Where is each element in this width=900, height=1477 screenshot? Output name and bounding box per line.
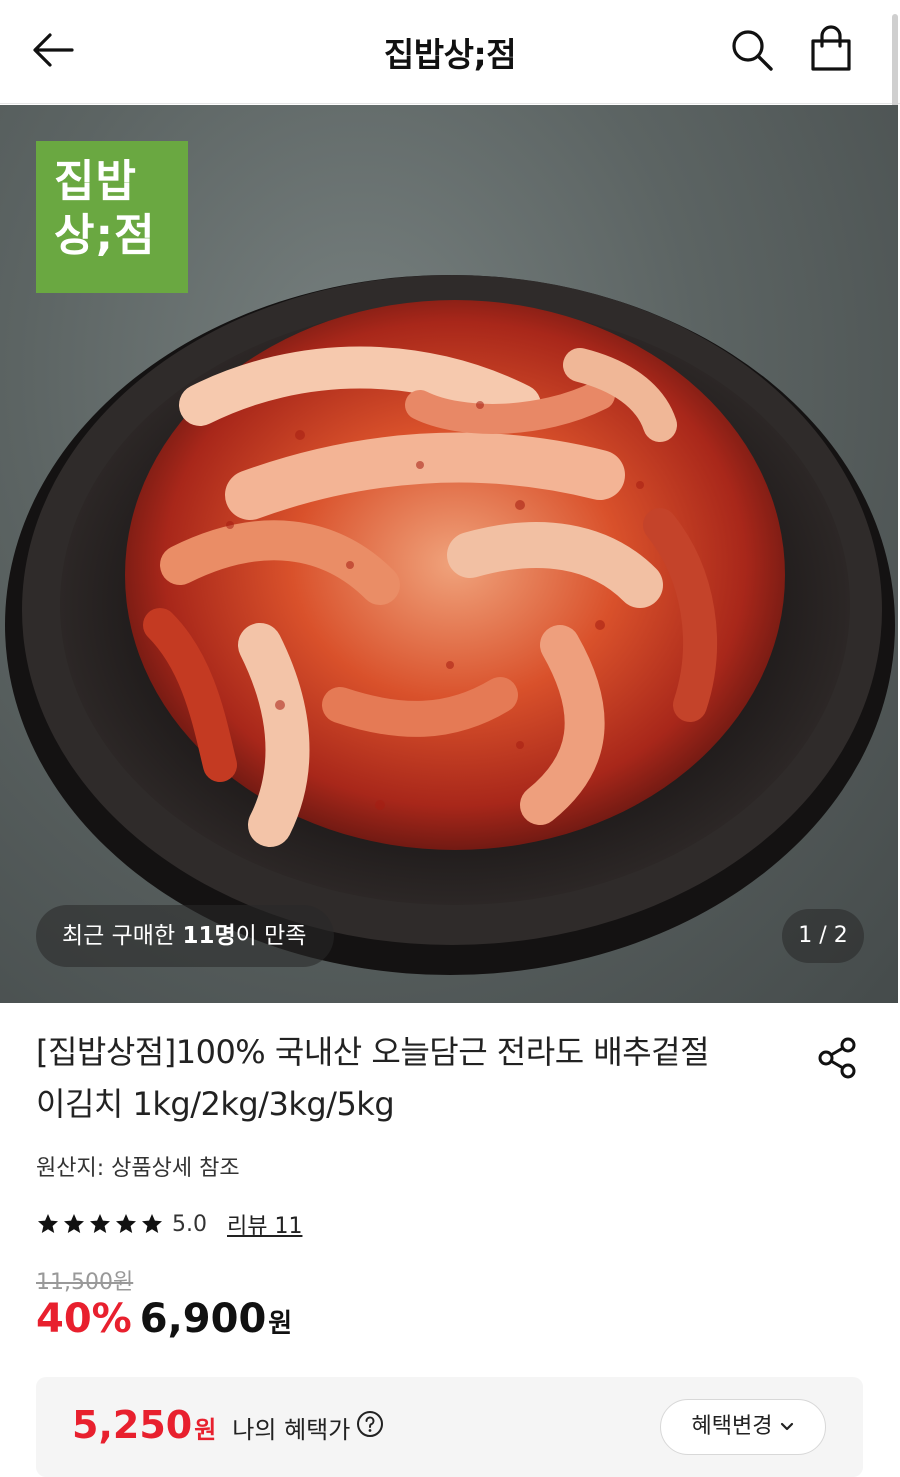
satisfaction-suffix: 이 만족 [235,923,307,949]
discount-rate: 40% [36,1296,132,1342]
benefit-currency: 원 [194,1416,217,1444]
star-icon [90,1214,110,1233]
sale-price-currency: 원 [268,1309,293,1339]
share-button[interactable] [814,1034,862,1082]
product-title-line2: 이김치 1kg/2kg/3kg/5kg [36,1085,395,1123]
logo-text-line2: 상;점 [54,210,156,261]
benefit-price: 5,250 원 나의 혜택가 [72,1403,384,1447]
question-circle-icon[interactable] [356,1410,384,1438]
cart-button[interactable] [806,24,856,74]
star-icon [38,1214,58,1233]
logo-text-line1: 집밥 [54,156,137,207]
satisfaction-count: 11명 [182,923,236,949]
rating-stars [36,1212,164,1236]
satisfaction-prefix: 최근 구매한 [62,923,183,949]
image-page-indicator: 1 / 2 [782,909,864,963]
rating-row: 5.0 리뷰 11 [36,1206,302,1242]
top-app-bar: 집밥상;점 [0,0,900,104]
share-icon [818,1037,856,1079]
store-title: 집밥상;점 [383,35,517,74]
benefit-label: 나의 혜택가 [232,1416,351,1444]
rating-value: 5.0 [172,1211,207,1237]
back-button[interactable] [28,28,76,72]
origin-info: 원산지: 상품상세 참조 [36,1156,240,1181]
search-icon [732,30,773,71]
arrow-left-icon [33,33,74,67]
satisfaction-badge: 최근 구매한 11명이 만족 [36,905,335,967]
star-icon [64,1214,84,1233]
star-icon [142,1214,162,1233]
search-button[interactable] [728,26,776,74]
shopping-bag-icon [811,25,851,71]
store-logo-badge: 집밥 상;점 [36,141,188,293]
review-link[interactable]: 리뷰 11 [227,1208,302,1240]
star-icon [116,1214,136,1233]
benefit-amount: 5,250 [72,1403,193,1447]
benefit-change-label: 혜택변경 [691,1414,773,1439]
benefit-price-box: 5,250 원 나의 혜택가 혜택변경 [36,1377,863,1477]
benefit-change-button[interactable]: 혜택변경 [660,1399,826,1455]
sale-price: 6,900 [139,1296,267,1342]
original-price: 11,500원 [36,1270,134,1295]
product-title-line1: [집밥상점]100% 국내산 오늘담근 전라도 배추겉절 [36,1033,710,1071]
product-image-carousel[interactable]: 집밥 상;점 최근 구매한 11명이 만족 1 / 2 [0,105,898,1003]
product-title: [집밥상점]100% 국내산 오늘담근 전라도 배추겉절 이김치 1kg/2kg… [36,1026,776,1130]
chevron-down-icon [781,1422,794,1431]
price-row: 40% 6,900 원 [36,1296,292,1352]
